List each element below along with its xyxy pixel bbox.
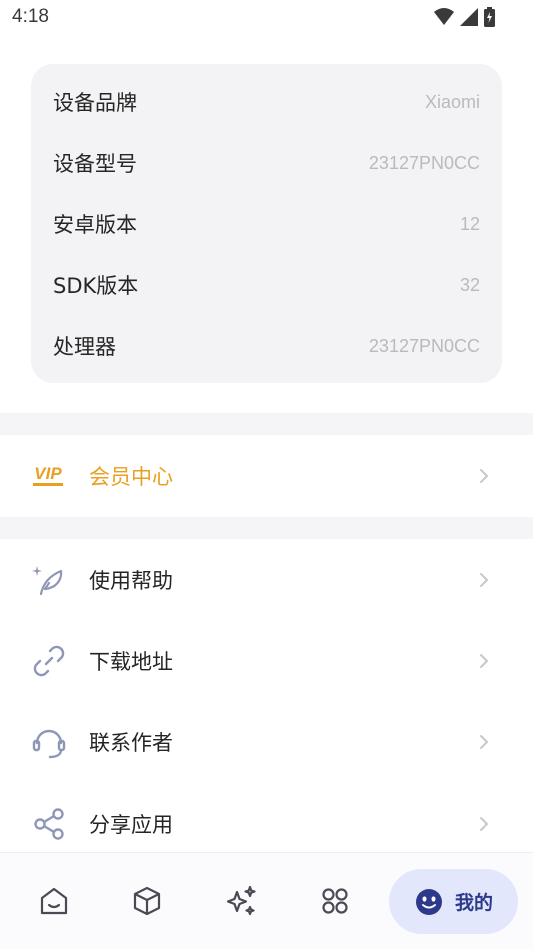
info-value: Xiaomi bbox=[424, 91, 480, 112]
chevron-right-icon bbox=[480, 573, 488, 587]
vip-icon: VIP bbox=[30, 457, 66, 495]
bottom-nav: 我的 bbox=[0, 852, 533, 949]
chevron-right-icon bbox=[480, 654, 488, 668]
status-time: 4:18 bbox=[12, 6, 49, 27]
info-label: 设备型号 bbox=[53, 152, 137, 176]
info-value: 12 bbox=[459, 213, 480, 234]
headset-icon bbox=[30, 723, 68, 761]
chevron-right-icon bbox=[480, 817, 488, 831]
nav-home[interactable] bbox=[30, 877, 78, 925]
info-label: 安卓版本 bbox=[53, 213, 137, 237]
menu-item-label: 使用帮助 bbox=[89, 569, 173, 593]
signal-icon bbox=[460, 8, 478, 26]
vip-center-item[interactable]: VIP 会员中心 bbox=[0, 436, 533, 516]
info-row-android-version: 安卓版本 12 bbox=[53, 204, 480, 244]
menu-item-label: 联系作者 bbox=[89, 731, 173, 755]
vip-center-label: 会员中心 bbox=[89, 465, 173, 489]
menu-item-download[interactable]: 下载地址 bbox=[0, 621, 533, 701]
info-label: 处理器 bbox=[53, 335, 116, 359]
nav-mine-label: 我的 bbox=[455, 892, 494, 914]
nav-apps[interactable] bbox=[311, 877, 359, 925]
nav-cube[interactable] bbox=[123, 877, 171, 925]
menu-item-contact[interactable]: 联系作者 bbox=[0, 702, 533, 782]
apps-grid-icon bbox=[322, 888, 348, 914]
info-row-sdk-version: SDK版本 32 bbox=[53, 265, 480, 305]
section-divider bbox=[0, 517, 533, 539]
sparkles-icon bbox=[226, 885, 256, 916]
home-icon bbox=[40, 887, 68, 915]
cube-icon bbox=[133, 886, 161, 916]
info-value: 23127PN0CC bbox=[368, 335, 480, 356]
smiley-face-icon bbox=[416, 888, 442, 915]
menu-item-label: 分享应用 bbox=[89, 813, 173, 837]
section-divider bbox=[0, 413, 533, 435]
share-icon bbox=[30, 805, 68, 843]
menu-item-help[interactable]: 使用帮助 bbox=[0, 540, 533, 620]
info-value: 32 bbox=[459, 274, 480, 295]
feather-icon bbox=[30, 561, 68, 599]
info-label: 设备品牌 bbox=[53, 91, 137, 115]
chevron-right-icon bbox=[480, 735, 488, 749]
status-icons bbox=[434, 7, 495, 27]
info-label: SDK版本 bbox=[53, 274, 139, 298]
chevron-right-icon bbox=[480, 469, 488, 483]
menu-item-label: 下载地址 bbox=[89, 650, 173, 674]
info-row-processor: 处理器 23127PN0CC bbox=[53, 326, 480, 366]
info-value: 23127PN0CC bbox=[368, 152, 480, 173]
device-info-card: 设备品牌 Xiaomi 设备型号 23127PN0CC 安卓版本 12 SDK版… bbox=[31, 64, 502, 383]
wifi-icon bbox=[434, 8, 454, 25]
link-icon bbox=[30, 642, 68, 680]
info-row-model: 设备型号 23127PN0CC bbox=[53, 143, 480, 183]
status-bar: 4:18 bbox=[0, 0, 533, 36]
info-row-brand: 设备品牌 Xiaomi bbox=[53, 82, 480, 122]
nav-mine[interactable]: 我的 bbox=[389, 869, 518, 934]
vip-badge: VIP bbox=[34, 464, 62, 483]
nav-sparkles[interactable] bbox=[217, 877, 265, 925]
battery-icon bbox=[484, 7, 495, 27]
